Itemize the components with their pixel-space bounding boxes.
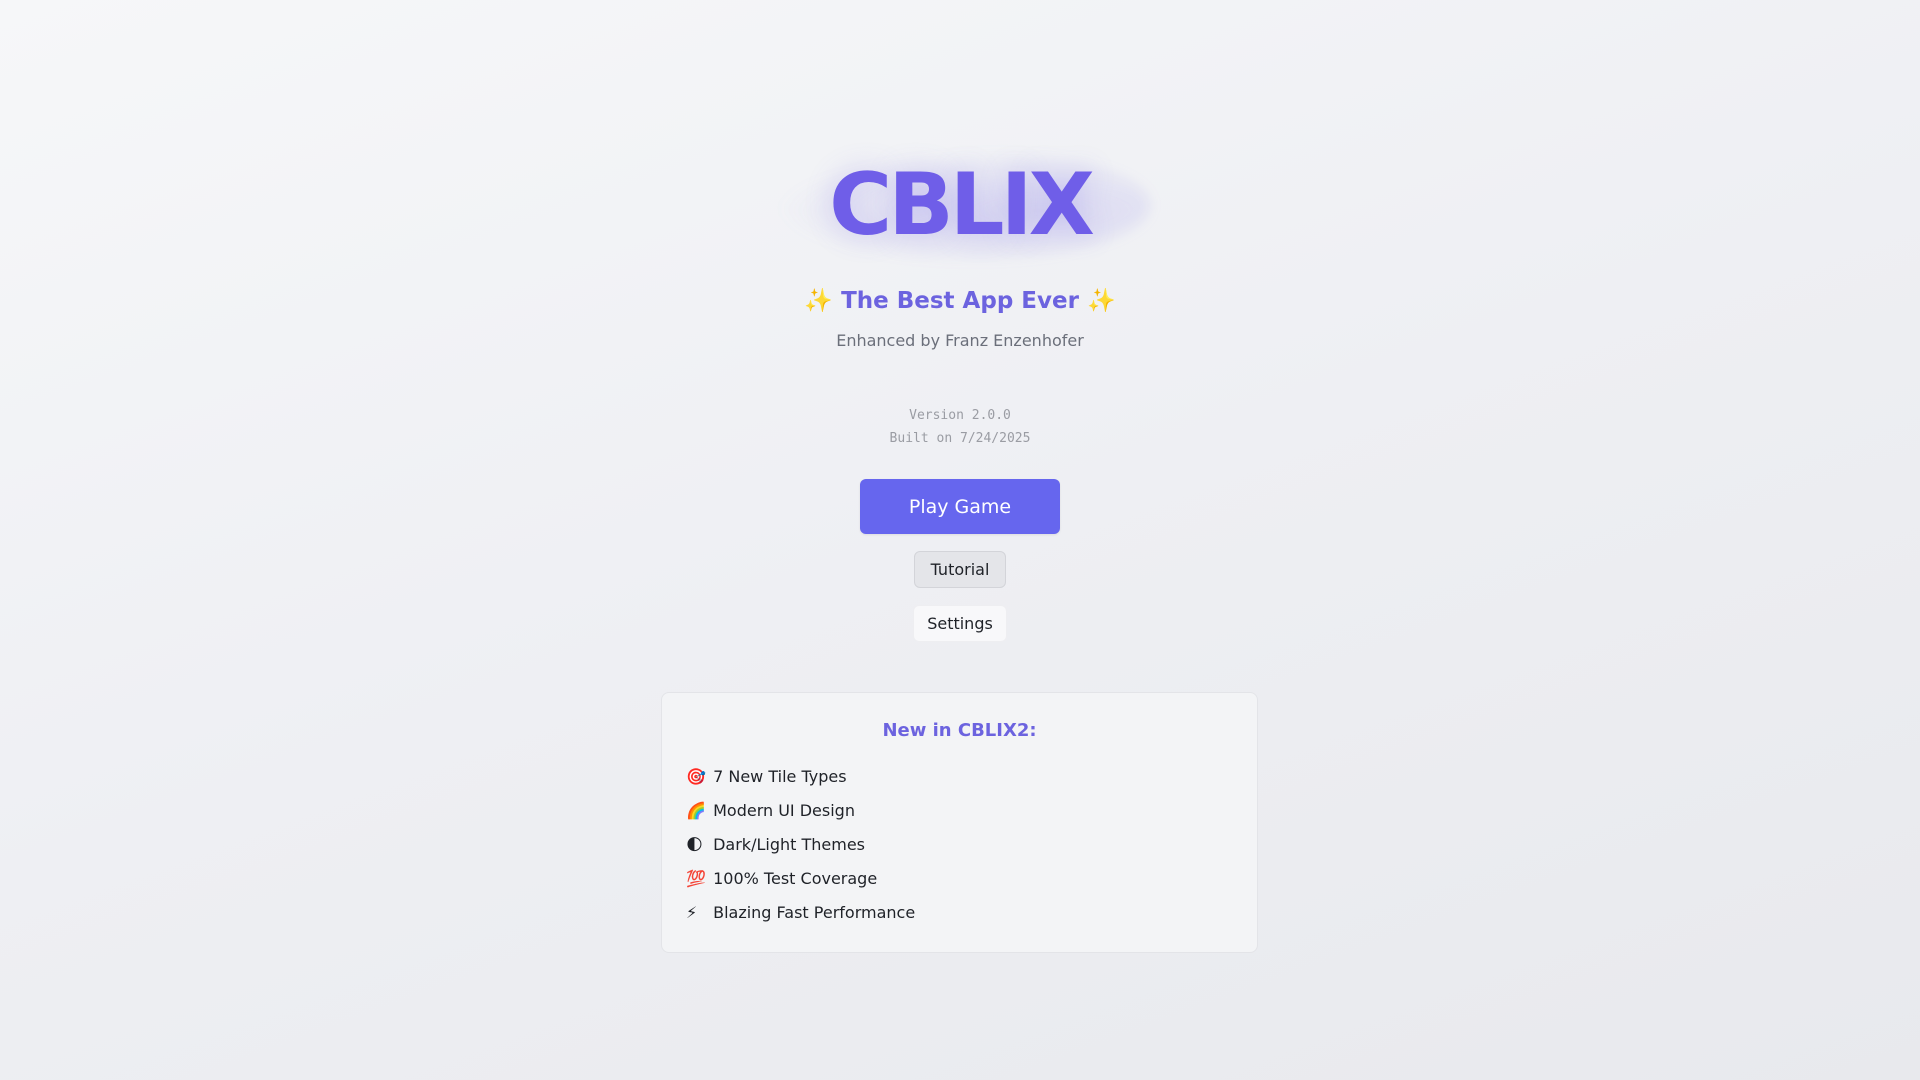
- build-info: Version 2.0.0 Built on 7/24/2025: [0, 404, 1920, 450]
- list-item: 🎯 7 New Tile Types: [686, 767, 915, 801]
- settings-button[interactable]: Settings: [913, 605, 1007, 642]
- app-logo: CBLIX: [829, 155, 1095, 255]
- feature-label: Modern UI Design: [713, 801, 855, 820]
- list-item: 🌓 Dark/Light Themes: [686, 835, 915, 869]
- feature-label: 100% Test Coverage: [713, 869, 878, 888]
- rainbow-icon: 🌈: [686, 801, 706, 820]
- features-card: New in CBLIX2: 🎯 7 New Tile Types 🌈 Mode…: [661, 692, 1258, 953]
- features-list: 🎯 7 New Tile Types 🌈 Modern UI Design 🌓 …: [686, 767, 915, 937]
- target-icon: 🎯: [686, 767, 706, 786]
- logo-area: CBLIX: [0, 150, 1920, 260]
- lightning-icon: ⚡: [686, 903, 698, 922]
- list-item: ⚡ Blazing Fast Performance: [686, 903, 915, 937]
- start-screen: CBLIX ✨ The Best App Ever ✨ Enhanced by …: [0, 0, 1920, 1080]
- sparkle-icon: ✨: [1086, 288, 1116, 314]
- tagline-text: The Best App Ever: [841, 288, 1079, 314]
- features-title: New in CBLIX2:: [882, 720, 1037, 741]
- list-item: 💯 100% Test Coverage: [686, 869, 915, 903]
- feature-label: Blazing Fast Performance: [713, 903, 916, 922]
- build-date-text: Built on 7/24/2025: [889, 431, 1031, 446]
- hundred-points-icon: 💯: [686, 869, 706, 888]
- feature-label: 7 New Tile Types: [713, 767, 847, 786]
- sparkle-icon: ✨: [804, 288, 834, 314]
- list-item: 🌈 Modern UI Design: [686, 801, 915, 835]
- version-text: Version 2.0.0: [909, 408, 1011, 423]
- play-game-button[interactable]: Play Game: [860, 479, 1060, 534]
- feature-label: Dark/Light Themes: [713, 835, 865, 854]
- half-moon-icon: 🌓: [686, 835, 703, 854]
- author-credit: Enhanced by Franz Enzenhofer: [836, 331, 1084, 350]
- tagline: ✨ The Best App Ever ✨: [0, 287, 1920, 314]
- tutorial-button[interactable]: Tutorial: [914, 551, 1006, 588]
